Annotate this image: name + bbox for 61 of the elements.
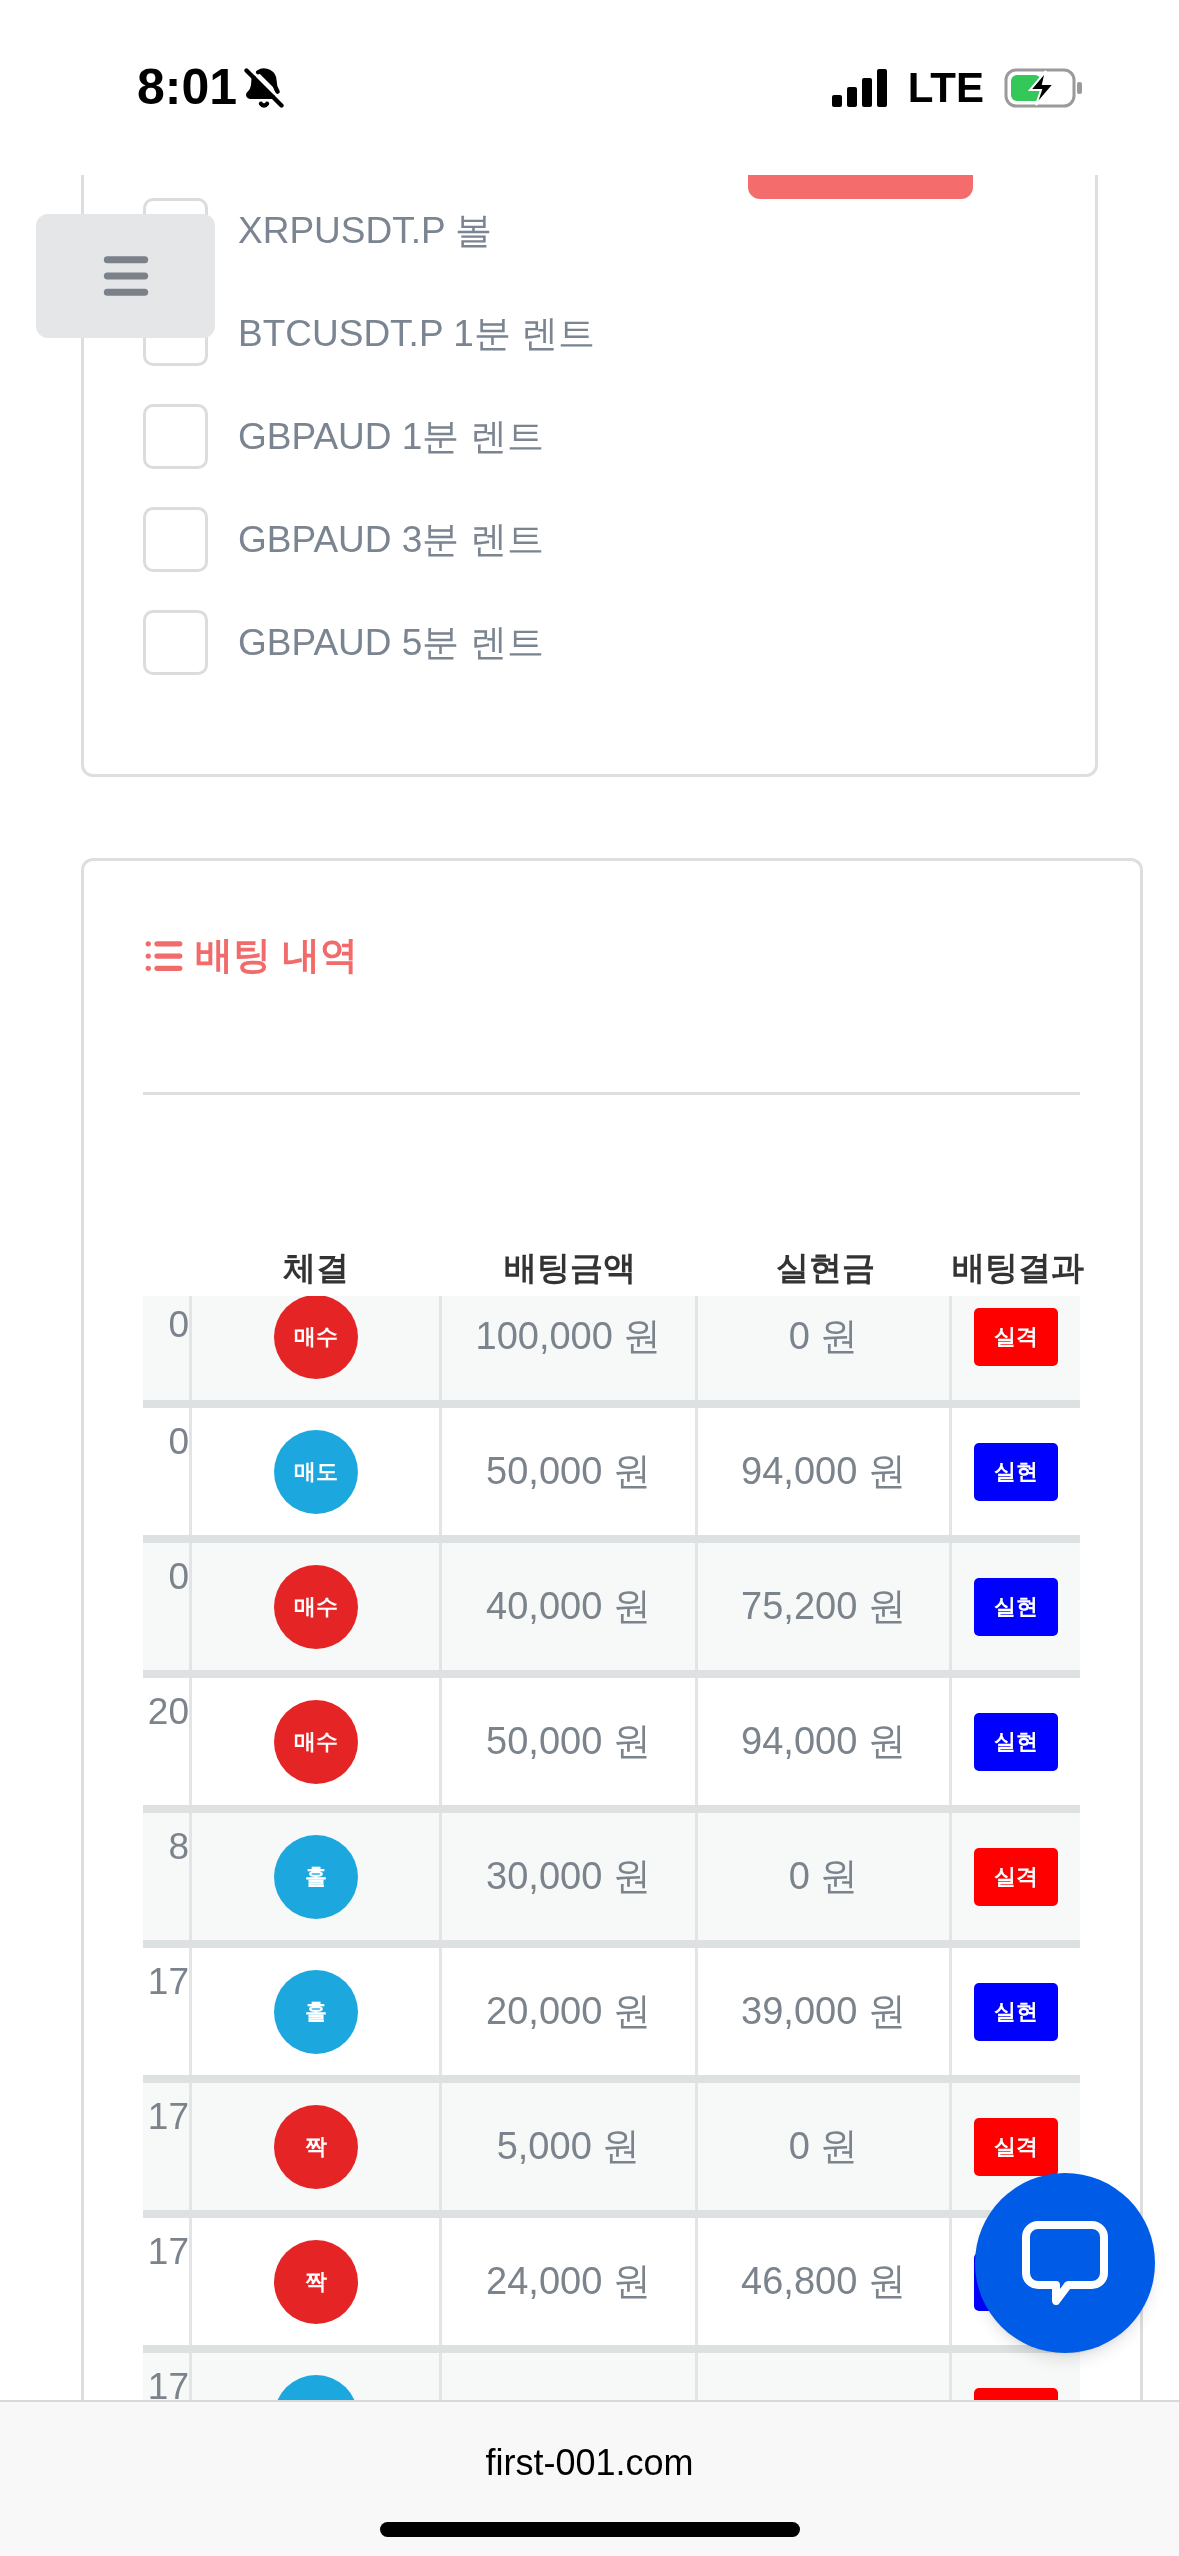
- table-cell-text: 24,000 원: [486, 2259, 651, 2304]
- side-badge: 홀: [273, 1834, 358, 1919]
- action-button[interactable]: [748, 175, 973, 199]
- table-cell-text: 75,200 원: [741, 1584, 906, 1629]
- checkbox[interactable]: [143, 404, 208, 469]
- side-badge: 짝: [273, 2104, 358, 2189]
- side-badge: 매수: [273, 1564, 358, 1649]
- column-header: 배팅금액: [503, 1248, 637, 1288]
- side-badge: 짝: [273, 2239, 358, 2324]
- table-cell-text: 17: [147, 2365, 189, 2400]
- column-header: 체결: [281, 1248, 350, 1288]
- table-cell-text: 50,000 원: [486, 1449, 651, 1494]
- result-badge: 실격: [974, 2117, 1058, 2176]
- table-cell-text: 0: [168, 1555, 189, 1599]
- table-cell-text: 5,000 원: [496, 2124, 641, 2169]
- checkbox-label: GBPAUD 5분 렌트: [238, 620, 544, 665]
- section-title: 배팅 내역: [195, 933, 358, 978]
- checkbox-label: BTCUSDT.P 1분 렌트: [238, 311, 596, 356]
- result-badge: 실현: [974, 1442, 1058, 1501]
- checkbox[interactable]: [143, 507, 208, 572]
- result-badge: 실격: [974, 1847, 1058, 1906]
- table-cell-text: 0 원: [788, 2124, 859, 2169]
- bell-off-icon: [243, 66, 286, 109]
- menu-button[interactable]: [36, 214, 215, 338]
- checkbox[interactable]: [143, 610, 208, 675]
- table-cell-text: 50,000 원: [486, 1719, 651, 1764]
- result-badge: 실현: [974, 1982, 1058, 2041]
- table-cell-text: 94,000 원: [741, 1719, 906, 1764]
- table-cell-text: 20: [147, 1690, 189, 1734]
- checkbox-label: GBPAUD 3분 렌트: [238, 517, 544, 562]
- url-label[interactable]: first-001.com: [485, 2436, 694, 2490]
- side-badge: 매수: [273, 1296, 358, 1379]
- battery-charging-icon: [1004, 67, 1084, 108]
- table-cell-text: 100,000 원: [475, 1314, 662, 1359]
- signal-icon: [831, 68, 888, 107]
- result-badge: 실현: [974, 1577, 1058, 1636]
- table-cell-text: 8: [168, 1825, 189, 1869]
- side-badge: 매도: [273, 1429, 358, 1514]
- table-cell-text: 30,000 원: [486, 1854, 651, 1899]
- column-header: 실현금: [774, 1248, 876, 1288]
- table-cell-text: 17: [147, 1960, 189, 2004]
- side-badge: 홀: [273, 1969, 358, 2054]
- side-badge: 매수: [273, 1699, 358, 1784]
- checkbox-label: GBPAUD 1분 렌트: [238, 414, 544, 459]
- result-badge: 실현: [974, 1712, 1058, 1771]
- table-cell-text: 94,000 원: [741, 1449, 906, 1494]
- table-cell-text: 17: [147, 2230, 189, 2274]
- table-cell-text: 39,000 원: [741, 1989, 906, 2034]
- table-cell-text: 0: [168, 1420, 189, 1464]
- table-cell-text: 0 원: [788, 1854, 859, 1899]
- table-cell-text: 46,800 원: [741, 2259, 906, 2304]
- table-cell-text: 0 원: [788, 1314, 859, 1359]
- result-badge: 실격: [974, 1307, 1058, 1366]
- chat-bubble-icon: [1022, 2221, 1108, 2305]
- network-label: LTE: [907, 63, 984, 113]
- table-cell-text: 20,000 원: [486, 1989, 651, 2034]
- table-cell-text: 40,000 원: [486, 1584, 651, 1629]
- table-cell-text: 0: [168, 1303, 189, 1347]
- table-cell-text: 17: [147, 2095, 189, 2139]
- checkbox-label: XRPUSDT.P 볼: [238, 208, 493, 253]
- status-time: 8:01: [137, 58, 238, 117]
